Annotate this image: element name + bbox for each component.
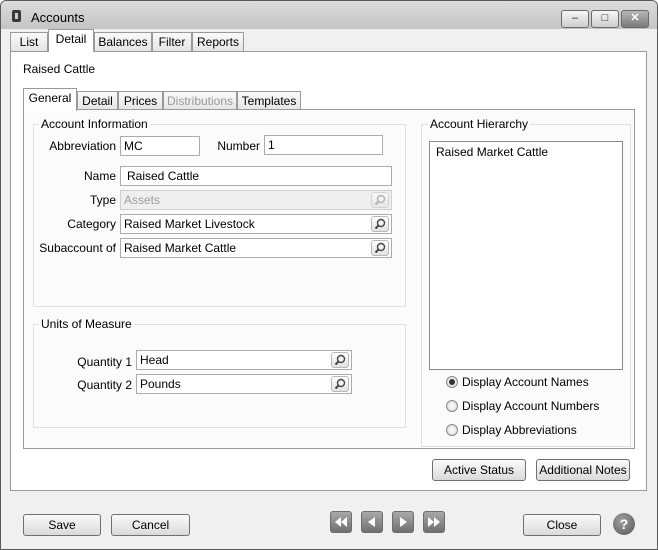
- units-of-measure-label: Units of Measure: [39, 317, 134, 331]
- close-button[interactable]: Close: [523, 514, 601, 536]
- active-status-button[interactable]: Active Status: [432, 459, 526, 481]
- first-record-button[interactable]: [330, 511, 352, 533]
- tab-detail[interactable]: Detail: [48, 29, 94, 52]
- display-abbreviations-radio[interactable]: [446, 424, 458, 436]
- minimize-icon: –: [571, 12, 579, 24]
- account-information-label: Account Information: [39, 117, 150, 131]
- magnifier-icon: [334, 354, 346, 366]
- tab-filter[interactable]: Filter: [152, 32, 192, 52]
- record-title: Raised Cattle: [23, 62, 96, 76]
- maximize-icon: □: [601, 12, 609, 24]
- close-window-button[interactable]: ✕: [621, 10, 649, 28]
- first-record-icon: [335, 517, 347, 527]
- next-record-icon: [400, 517, 407, 527]
- maximize-button[interactable]: □: [591, 10, 619, 28]
- abbreviation-field[interactable]: MC: [120, 136, 200, 156]
- title-bar: Accounts – □ ✕: [1, 1, 657, 29]
- display-abbreviations-label: Display Abbreviations: [462, 423, 577, 437]
- type-label: Type: [89, 193, 116, 207]
- account-hierarchy-list[interactable]: Raised Market Cattle: [429, 141, 623, 370]
- magnifier-icon: [374, 242, 386, 254]
- close-icon: ✕: [630, 12, 640, 24]
- category-field[interactable]: Raised Market Livestock: [120, 214, 392, 234]
- window-title: Accounts: [31, 10, 85, 25]
- tab-reports[interactable]: Reports: [192, 32, 244, 52]
- display-names-label: Display Account Names: [462, 375, 589, 389]
- subtab-detail[interactable]: Detail: [77, 91, 118, 111]
- magnifier-icon: [374, 194, 386, 206]
- quantity1-field[interactable]: Head: [136, 350, 352, 370]
- subtab-prices[interactable]: Prices: [118, 91, 163, 111]
- subaccount-label: Subaccount of: [39, 241, 116, 255]
- subtab-templates[interactable]: Templates: [237, 91, 301, 111]
- previous-record-button[interactable]: [361, 511, 383, 533]
- magnifier-icon: [334, 378, 346, 390]
- display-names-radio[interactable]: [446, 376, 458, 388]
- magnifier-icon: [374, 218, 386, 230]
- minimize-button[interactable]: –: [561, 10, 589, 28]
- subaccount-field[interactable]: Raised Market Cattle: [120, 238, 392, 258]
- type-field: Assets: [120, 190, 392, 210]
- category-label: Category: [67, 217, 116, 231]
- last-record-icon: [428, 517, 440, 527]
- app-icon: [12, 10, 21, 22]
- quantity2-lookup-button[interactable]: [331, 376, 349, 392]
- quantity1-label: Quantity 1: [77, 355, 132, 369]
- accounts-window: Accounts – □ ✕ List Detail Balances Filt…: [0, 0, 658, 550]
- number-field[interactable]: 1: [264, 135, 383, 155]
- quantity2-label: Quantity 2: [77, 378, 132, 392]
- subaccount-lookup-button[interactable]: [371, 240, 389, 256]
- category-lookup-button[interactable]: [371, 216, 389, 232]
- display-numbers-label: Display Account Numbers: [462, 399, 600, 413]
- additional-notes-button[interactable]: Additional Notes: [536, 459, 630, 481]
- account-hierarchy-label: Account Hierarchy: [428, 117, 531, 131]
- tab-balances[interactable]: Balances: [94, 32, 152, 52]
- display-numbers-radio[interactable]: [446, 400, 458, 412]
- subtab-distributions: Distributions: [163, 91, 237, 111]
- previous-record-icon: [368, 517, 375, 527]
- save-button[interactable]: Save: [23, 514, 101, 536]
- help-icon[interactable]: ?: [613, 513, 635, 535]
- quantity1-lookup-button[interactable]: [331, 352, 349, 368]
- name-field[interactable]: Raised Cattle: [120, 166, 392, 186]
- cancel-button[interactable]: Cancel: [111, 514, 190, 536]
- type-lookup-button: [371, 192, 389, 208]
- list-item[interactable]: Raised Market Cattle: [436, 145, 548, 159]
- tab-list[interactable]: List: [10, 32, 48, 52]
- name-label: Name: [83, 169, 116, 183]
- subtab-general[interactable]: General: [23, 88, 77, 111]
- quantity2-field[interactable]: Pounds: [136, 374, 352, 394]
- last-record-button[interactable]: [423, 511, 445, 533]
- abbreviation-label: Abbreviation: [49, 139, 116, 153]
- next-record-button[interactable]: [392, 511, 414, 533]
- number-label: Number: [217, 139, 260, 153]
